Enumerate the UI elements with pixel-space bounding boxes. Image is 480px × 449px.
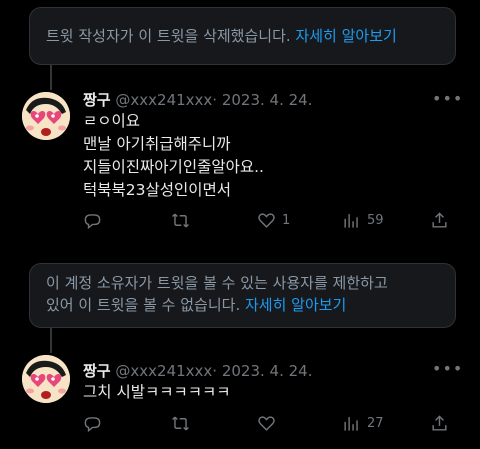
heart-icon bbox=[258, 415, 275, 431]
heart-icon bbox=[258, 212, 275, 228]
tweet-text: 그치 시발ㅋㅋㅋㅋㅋㅋ bbox=[83, 381, 231, 404]
tweet-header: 짱구 @xxx241xxx· 2023. 4. 24. bbox=[83, 90, 312, 110]
avatar[interactable] bbox=[22, 92, 70, 140]
share-icon bbox=[432, 211, 447, 228]
deleted-tweet-notice: 트윗 작성자가 이 트윗을 삭제했습니다. 자세히 알아보기 bbox=[29, 7, 456, 65]
tweet-line: 지들이진짜아기인줄알아요.. bbox=[83, 158, 264, 176]
tweet-line: 맨날 아기취급해주니까 bbox=[83, 135, 231, 153]
retweet-icon bbox=[172, 416, 189, 430]
thread-line bbox=[50, 65, 52, 90]
avatar[interactable] bbox=[22, 355, 70, 403]
share-icon bbox=[432, 414, 447, 431]
learn-more-link[interactable]: 자세히 알아보기 bbox=[245, 296, 346, 314]
more-icon[interactable]: ••• bbox=[432, 361, 462, 382]
learn-more-link[interactable]: 자세히 알아보기 bbox=[295, 27, 396, 45]
tweet-header: 짱구 @xxx241xxx· 2023. 4. 24. bbox=[83, 361, 312, 381]
reply-icon bbox=[84, 416, 101, 432]
like-count: 1 bbox=[282, 212, 291, 228]
share-button[interactable] bbox=[430, 208, 449, 232]
like-button[interactable] bbox=[257, 411, 276, 435]
user-handle[interactable]: @xxx241xxx bbox=[115, 91, 212, 109]
views-icon bbox=[344, 213, 358, 228]
user-handle[interactable]: @xxx241xxx bbox=[115, 362, 212, 380]
tweet-line: 그치 시발ㅋㅋㅋㅋㅋㅋ bbox=[83, 383, 231, 401]
tweet-line: 턱북북23살성인이면서 bbox=[83, 181, 232, 199]
tweet-actions: 1 59 bbox=[83, 208, 456, 232]
reply-button[interactable] bbox=[83, 411, 102, 435]
like-button[interactable]: 1 bbox=[257, 208, 290, 232]
restricted-notice-text: 있어 이 트윗을 볼 수 없습니다. bbox=[46, 296, 245, 314]
display-name[interactable]: 짱구 bbox=[83, 91, 111, 109]
tweet-actions: 27 bbox=[83, 411, 456, 435]
views-button[interactable]: 27 bbox=[342, 411, 384, 435]
reply-button[interactable] bbox=[83, 208, 102, 232]
tweet-text: ㄹㅇ이요 맨날 아기취급해주니까 지들이진짜아기인줄알아요.. 턱북북23살성인… bbox=[83, 110, 264, 202]
deleted-notice-text: 트윗 작성자가 이 트윗을 삭제했습니다. bbox=[46, 27, 296, 45]
restricted-tweet-notice: 이 계정 소유자가 트윗을 볼 수 있는 사용자를 제한하고 있어 이 트윗을 … bbox=[29, 263, 456, 328]
view-count: 27 bbox=[367, 415, 384, 431]
display-name[interactable]: 짱구 bbox=[83, 362, 111, 380]
views-button[interactable]: 59 bbox=[342, 208, 384, 232]
tweet-date[interactable]: · 2023. 4. 24. bbox=[212, 362, 312, 380]
reply-icon bbox=[84, 213, 101, 229]
retweet-button[interactable] bbox=[171, 411, 190, 435]
restricted-notice-text: 이 계정 소유자가 트윗을 볼 수 있는 사용자를 제한하고 bbox=[46, 274, 388, 292]
thread-line bbox=[50, 328, 52, 353]
retweet-button[interactable] bbox=[171, 208, 190, 232]
tweet-date[interactable]: · 2023. 4. 24. bbox=[212, 91, 312, 109]
views-icon bbox=[344, 416, 358, 431]
tweet-line: ㄹㅇ이요 bbox=[83, 112, 141, 130]
more-icon[interactable]: ••• bbox=[432, 91, 462, 112]
view-count: 59 bbox=[367, 212, 384, 228]
retweet-icon bbox=[172, 213, 189, 227]
share-button[interactable] bbox=[430, 411, 449, 435]
